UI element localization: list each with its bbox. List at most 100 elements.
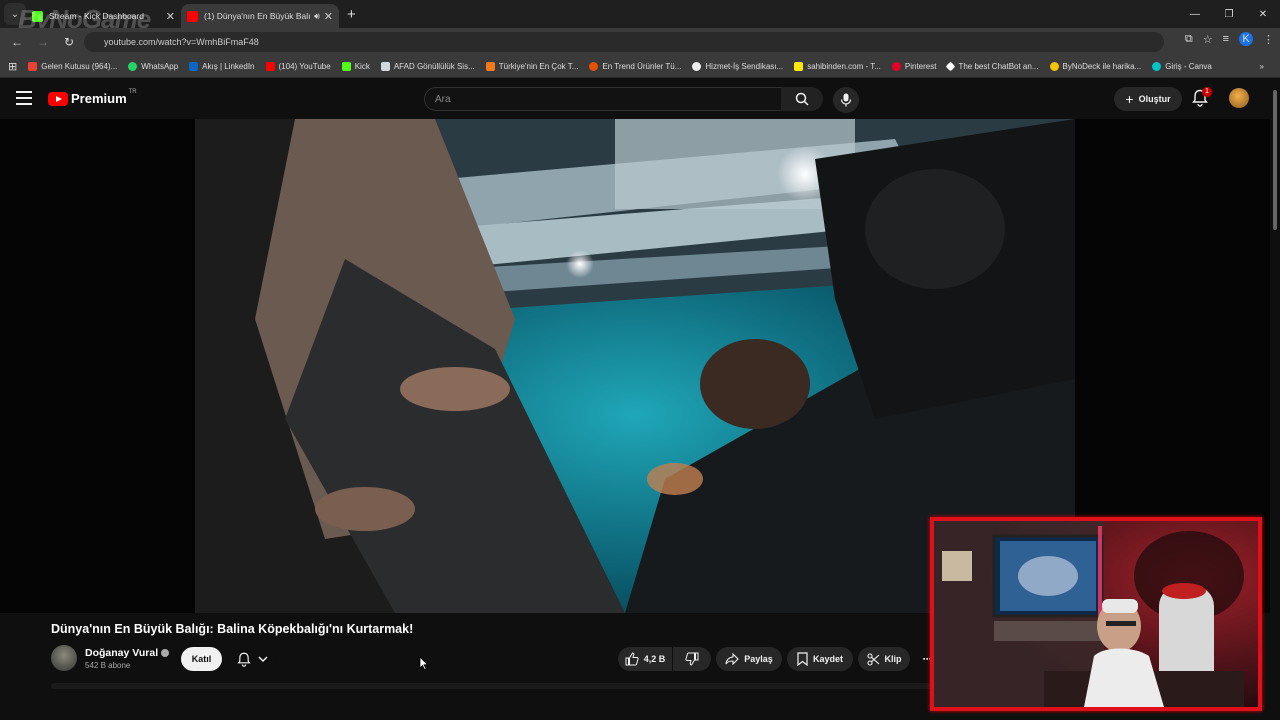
bookmark-trendyol[interactable]: Türkiye'nin En Çok T...: [485, 62, 579, 71]
new-tab-button[interactable]: +: [347, 6, 356, 23]
canva-icon: [1152, 62, 1162, 71]
url-text: youtube.com/watch?v=WmhBiFmaF48: [104, 37, 259, 47]
bookmark-label: WhatsApp: [141, 62, 179, 71]
youtube-play-icon: [48, 91, 68, 106]
account-avatar[interactable]: [1229, 88, 1249, 108]
apps-grid-icon[interactable]: ⊞: [8, 60, 17, 73]
bookmark-label: Türkiye'nin En Çok T...: [498, 62, 579, 71]
bookmark-label: ByNoDeck ile harika...: [1062, 62, 1142, 71]
search-icon: [795, 92, 809, 106]
save-button[interactable]: Kaydet: [787, 647, 853, 671]
bookmark-whatsapp[interactable]: WhatsApp: [128, 62, 178, 71]
globe-icon: [692, 62, 702, 71]
bookmark-youtube[interactable]: (104) YouTube: [265, 62, 331, 71]
bookmark-canva[interactable]: Giriş - Canva: [1152, 62, 1212, 71]
bookmark-chatbot[interactable]: The best ChatBot an...: [946, 61, 1039, 72]
bookmark-label: Kick: [354, 62, 370, 71]
bell-icon: [236, 652, 251, 667]
search-button[interactable]: [781, 87, 823, 111]
mouse-cursor-icon: [419, 656, 429, 670]
bookmark-gmail[interactable]: Gelen Kutusu (964)...: [28, 62, 117, 71]
trendyol-icon: [485, 62, 495, 71]
notification-badge: 1: [1202, 87, 1212, 97]
bookmark-label: Akış | LinkedIn: [202, 62, 255, 71]
bookmark-label: En Trend Ürünler Tü...: [602, 62, 682, 71]
bookmark-star-icon[interactable]: ☆: [1203, 33, 1213, 46]
bookmark-pinterest[interactable]: Pinterest: [891, 62, 937, 71]
more-bookmarks-icon[interactable]: »: [1260, 62, 1264, 71]
bookmarks-bar: ⊞ Gelen Kutusu (964)... WhatsApp Akış | …: [0, 56, 1280, 78]
save-label: Kaydet: [812, 654, 843, 664]
youtube-favicon-icon: [187, 10, 198, 22]
webcam-overlay: [930, 517, 1262, 711]
gmail-icon: [28, 62, 38, 71]
voice-search-button[interactable]: [833, 87, 859, 113]
kick-icon: [341, 62, 351, 71]
minimize-button[interactable]: —: [1178, 0, 1212, 28]
address-actions: ⧉ ☆ ≡ K ⋮: [1185, 32, 1274, 46]
like-button[interactable]: 4,2 B: [618, 647, 672, 671]
window-controls: — ❐ ✕: [1178, 0, 1280, 28]
logo-text: Premium: [71, 91, 127, 106]
install-app-icon[interactable]: ⧉: [1185, 33, 1193, 46]
sahibinden-icon: [794, 62, 804, 71]
bookmark-sahibinden[interactable]: sahibinden.com - T...: [794, 62, 881, 71]
back-icon[interactable]: ←: [4, 35, 30, 49]
page-scrollbar[interactable]: [1270, 80, 1280, 690]
tab-title: (1) Dünya'nın En Büyük Balı: [204, 11, 311, 21]
scissors-icon: [866, 652, 879, 666]
share-label: Paylaş: [744, 654, 773, 664]
close-tab-icon[interactable]: ✕: [166, 10, 175, 23]
youtube-header: Premium TR Ara + Oluştur 1: [0, 79, 1280, 119]
whatsapp-icon: [128, 62, 138, 71]
reload-icon[interactable]: ↻: [56, 35, 82, 49]
scrollbar-thumb[interactable]: [1273, 90, 1277, 230]
chevron-down-icon: [257, 656, 268, 663]
join-button[interactable]: Katıl: [181, 647, 222, 671]
tab-youtube-video[interactable]: (1) Dünya'nın En Büyük Balı 🔊︎ ✕: [181, 4, 339, 28]
bookmark-label: AFAD Gönüllülük Sis...: [393, 62, 475, 71]
bookmark-afad[interactable]: AFAD Gönüllülük Sis...: [380, 62, 475, 71]
bookmark-bynodeck[interactable]: ByNoDeck ile harika...: [1049, 62, 1142, 71]
bookmark-kick[interactable]: Kick: [341, 62, 370, 71]
notifications-button[interactable]: 1: [1192, 87, 1212, 109]
afad-icon: [380, 62, 390, 71]
search-input[interactable]: Ara: [424, 87, 782, 111]
channel-name[interactable]: Doğanay Vural: [85, 647, 170, 659]
youtube-icon: [265, 62, 275, 71]
verified-badge-icon: [161, 649, 170, 658]
thumbs-up-icon: [625, 652, 639, 666]
description-box-edge[interactable]: [51, 683, 931, 689]
bookmark-label: Giriş - Canva: [1165, 62, 1212, 71]
bookmark-hizmet-is[interactable]: Hizmet-İş Sendikası...: [692, 62, 783, 71]
speaker-icon[interactable]: 🔊︎: [314, 11, 320, 22]
forward-icon[interactable]: →: [30, 35, 56, 49]
bookmark-linkedin[interactable]: Akış | LinkedIn: [189, 62, 255, 71]
bookmark-label: The best ChatBot an...: [958, 62, 1039, 71]
bookmark-trend-urunler[interactable]: En Trend Ürünler Tü...: [589, 62, 681, 71]
chatbot-icon: [946, 61, 956, 72]
create-button[interactable]: + Oluştur: [1114, 87, 1182, 111]
region-code: TR: [128, 88, 137, 95]
restore-button[interactable]: ❐: [1212, 0, 1246, 28]
dislike-button[interactable]: [673, 647, 711, 671]
close-window-button[interactable]: ✕: [1246, 0, 1280, 28]
profile-avatar[interactable]: K: [1239, 32, 1253, 46]
share-button[interactable]: Paylaş: [716, 647, 782, 671]
browser-tab-bar: ⌄ Stream - Kick Dashboard ✕ (1) Dünya'nı…: [0, 0, 1280, 34]
bynodeck-icon: [1049, 62, 1059, 71]
browser-menu-icon[interactable]: ⋮: [1263, 33, 1274, 46]
bookmark-label: Pinterest: [904, 62, 937, 71]
youtube-premium-logo[interactable]: Premium TR: [48, 88, 137, 106]
linkedin-icon: [189, 62, 199, 71]
clip-button[interactable]: Klip: [858, 647, 910, 671]
close-tab-icon[interactable]: ✕: [324, 10, 333, 23]
menu-icon[interactable]: [16, 91, 32, 105]
media-control-icon[interactable]: ≡: [1223, 33, 1229, 45]
subscription-bell-button[interactable]: [227, 647, 277, 671]
bookmark-label: Gelen Kutusu (964)...: [41, 62, 118, 71]
url-field[interactable]: youtube.com/watch?v=WmhBiFmaF48: [84, 32, 1164, 52]
bookmark-label: sahibinden.com - T...: [807, 62, 881, 71]
channel-avatar[interactable]: [51, 645, 77, 671]
bookmark-icon: [797, 652, 808, 666]
